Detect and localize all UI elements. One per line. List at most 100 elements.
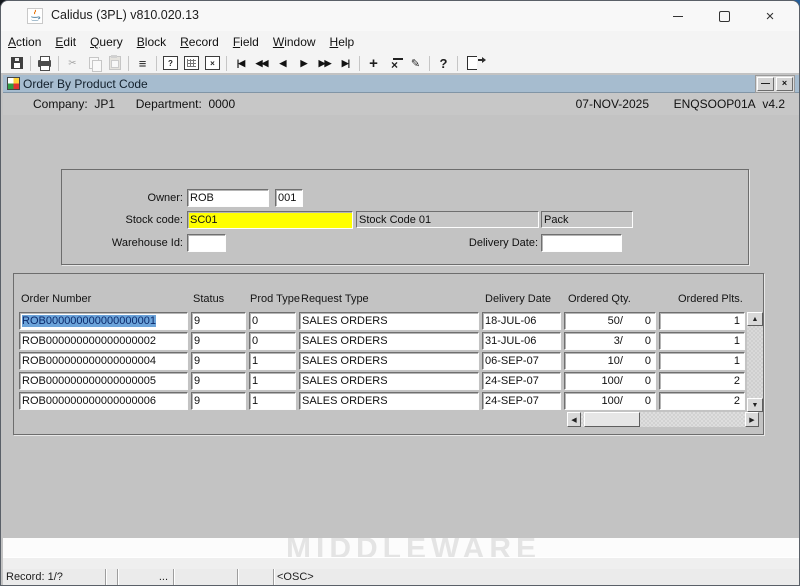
ordered-qty-cell[interactable]: 10/0 <box>564 352 656 370</box>
print-button[interactable] <box>34 54 55 72</box>
scroll-left-icon[interactable]: ◀ <box>567 412 581 427</box>
save-button[interactable] <box>6 54 27 72</box>
menu-record[interactable]: Record <box>180 35 219 49</box>
previous-record-button[interactable]: ◀ <box>272 54 293 72</box>
form-close-button[interactable]: × <box>776 77 793 91</box>
delivery-date-cell[interactable]: 06-SEP-07 <box>482 352 561 370</box>
col-status: Status <box>193 293 224 305</box>
ordered-qty-cell[interactable]: 50/0 <box>564 312 656 330</box>
ordered-plts-cell[interactable]: 1 <box>659 352 745 370</box>
request-type-cell[interactable]: SALES ORDERS <box>299 332 479 350</box>
status-bar: Record: 1/? ... <OSC> <box>3 569 799 585</box>
prod-type-cell[interactable]: 1 <box>249 372 296 390</box>
paste-icon <box>109 56 121 70</box>
menu-action[interactable]: Action <box>8 35 41 49</box>
copy-button[interactable] <box>83 54 104 72</box>
delivery-date-input[interactable] <box>541 234 622 252</box>
execute-query-icon <box>184 56 199 70</box>
previous-block-button[interactable]: ◀◀ <box>251 54 272 72</box>
menu-field[interactable]: Field <box>233 35 259 49</box>
ordered-plts-cell[interactable]: 1 <box>659 332 745 350</box>
menu-window[interactable]: Window <box>273 35 316 49</box>
owner-seq-input[interactable]: 001 <box>275 189 303 207</box>
paste-button[interactable] <box>104 54 125 72</box>
scroll-right-icon[interactable]: ▶ <box>745 412 759 427</box>
last-record-button[interactable]: ▶| <box>335 54 356 72</box>
menu-block[interactable]: Block <box>137 35 166 49</box>
ordered-qty-cell[interactable]: 100/0 <box>564 372 656 390</box>
ordered-qty-cell[interactable]: 3/0 <box>564 332 656 350</box>
order-number-cell[interactable]: ROB000000000000000001 <box>19 312 188 330</box>
col-order-number: Order Number <box>21 293 91 305</box>
execute-query-button[interactable] <box>181 54 202 72</box>
request-type-cell[interactable]: SALES ORDERS <box>299 372 479 390</box>
help-icon: ? <box>440 56 448 71</box>
department-value: 0000 <box>208 97 235 111</box>
order-number-cell[interactable]: ROB000000000000000004 <box>19 352 188 370</box>
ordered-qty-cell[interactable]: 100/0 <box>564 392 656 410</box>
watermark-strip: MIDDLEWARE <box>3 538 799 557</box>
cut-button[interactable]: ✂ <box>62 54 83 72</box>
status-cell[interactable]: 9 <box>191 352 246 370</box>
prod-type-cell[interactable]: 1 <box>249 352 296 370</box>
exit-button[interactable] <box>461 54 482 72</box>
warehouse-input[interactable] <box>187 234 226 252</box>
lock-record-button[interactable]: ✎ <box>405 54 426 72</box>
prod-type-cell[interactable]: 0 <box>249 312 296 330</box>
next-block-icon: ▶▶ <box>319 58 331 69</box>
menu-help[interactable]: Help <box>330 35 355 49</box>
request-type-cell[interactable]: SALES ORDERS <box>299 352 479 370</box>
delivery-date-cell[interactable]: 31-JUL-06 <box>482 332 561 350</box>
menu-query[interactable]: Query <box>90 35 123 49</box>
owner-input[interactable]: ROB <box>187 189 269 207</box>
status-cell[interactable]: 9 <box>191 372 246 390</box>
next-record-button[interactable]: ▶ <box>293 54 314 72</box>
insert-record-button[interactable]: + <box>363 54 384 72</box>
program-id: ENQSOOP01A <box>674 97 756 111</box>
form-minimize-button[interactable]: — <box>757 77 774 91</box>
status-cell[interactable]: 9 <box>191 312 246 330</box>
previous-record-icon: ◀ <box>280 58 286 69</box>
menu-edit[interactable]: Edit <box>55 35 76 49</box>
order-number-cell[interactable]: ROB000000000000000005 <box>19 372 188 390</box>
ordered-plts-cell[interactable]: 2 <box>659 372 745 390</box>
status-cell[interactable]: 9 <box>191 332 246 350</box>
form-window-titlebar[interactable]: Order By Product Code — × <box>3 75 799 93</box>
help-button[interactable]: ? <box>433 54 454 72</box>
enter-query-button[interactable]: ? <box>160 54 181 72</box>
ordered-plts-cell[interactable]: 1 <box>659 312 745 330</box>
company-value: JP1 <box>94 97 115 111</box>
scroll-down-icon[interactable]: ▼ <box>747 398 763 412</box>
table-horizontal-scrollbar[interactable]: ◀ ▶ <box>567 412 759 427</box>
enter-query-icon: ? <box>163 56 178 70</box>
order-number-cell[interactable]: ROB000000000000000002 <box>19 332 188 350</box>
delivery-date-cell[interactable]: 24-SEP-07 <box>482 392 561 410</box>
close-button[interactable]: × <box>747 1 793 31</box>
request-type-cell[interactable]: SALES ORDERS <box>299 392 479 410</box>
delivery-date-cell[interactable]: 24-SEP-07 <box>482 372 561 390</box>
java-app-icon <box>27 8 43 24</box>
order-number-cell[interactable]: ROB000000000000000006 <box>19 392 188 410</box>
table-vertical-scrollbar[interactable]: ▲ ▼ <box>747 312 763 412</box>
edit-icon: ≡ <box>139 56 147 71</box>
status-cell[interactable]: 9 <box>191 392 246 410</box>
department-label: Department: <box>136 97 202 111</box>
edit-button[interactable]: ≡ <box>132 54 153 72</box>
horizontal-scroll-thumb[interactable] <box>584 412 640 427</box>
prod-type-cell[interactable]: 0 <box>249 332 296 350</box>
delivery-date-cell[interactable]: 18-JUL-06 <box>482 312 561 330</box>
stock-code-input[interactable]: SC01 <box>187 211 353 229</box>
first-record-button[interactable]: |◀ <box>230 54 251 72</box>
application-window: Calidus (3PL) v810.020.13 × Action Edit … <box>0 0 800 586</box>
scroll-up-icon[interactable]: ▲ <box>747 312 763 326</box>
maximize-button[interactable] <box>701 1 747 31</box>
col-delivery-date: Delivery Date <box>485 293 551 305</box>
prod-type-cell[interactable]: 1 <box>249 392 296 410</box>
minimize-button[interactable] <box>655 1 701 31</box>
remove-record-button[interactable]: × <box>384 54 405 72</box>
request-type-cell[interactable]: SALES ORDERS <box>299 312 479 330</box>
next-block-button[interactable]: ▶▶ <box>314 54 335 72</box>
ordered-plts-cell[interactable]: 2 <box>659 392 745 410</box>
last-record-icon: ▶| <box>342 58 349 69</box>
cancel-query-button[interactable]: × <box>202 54 223 72</box>
